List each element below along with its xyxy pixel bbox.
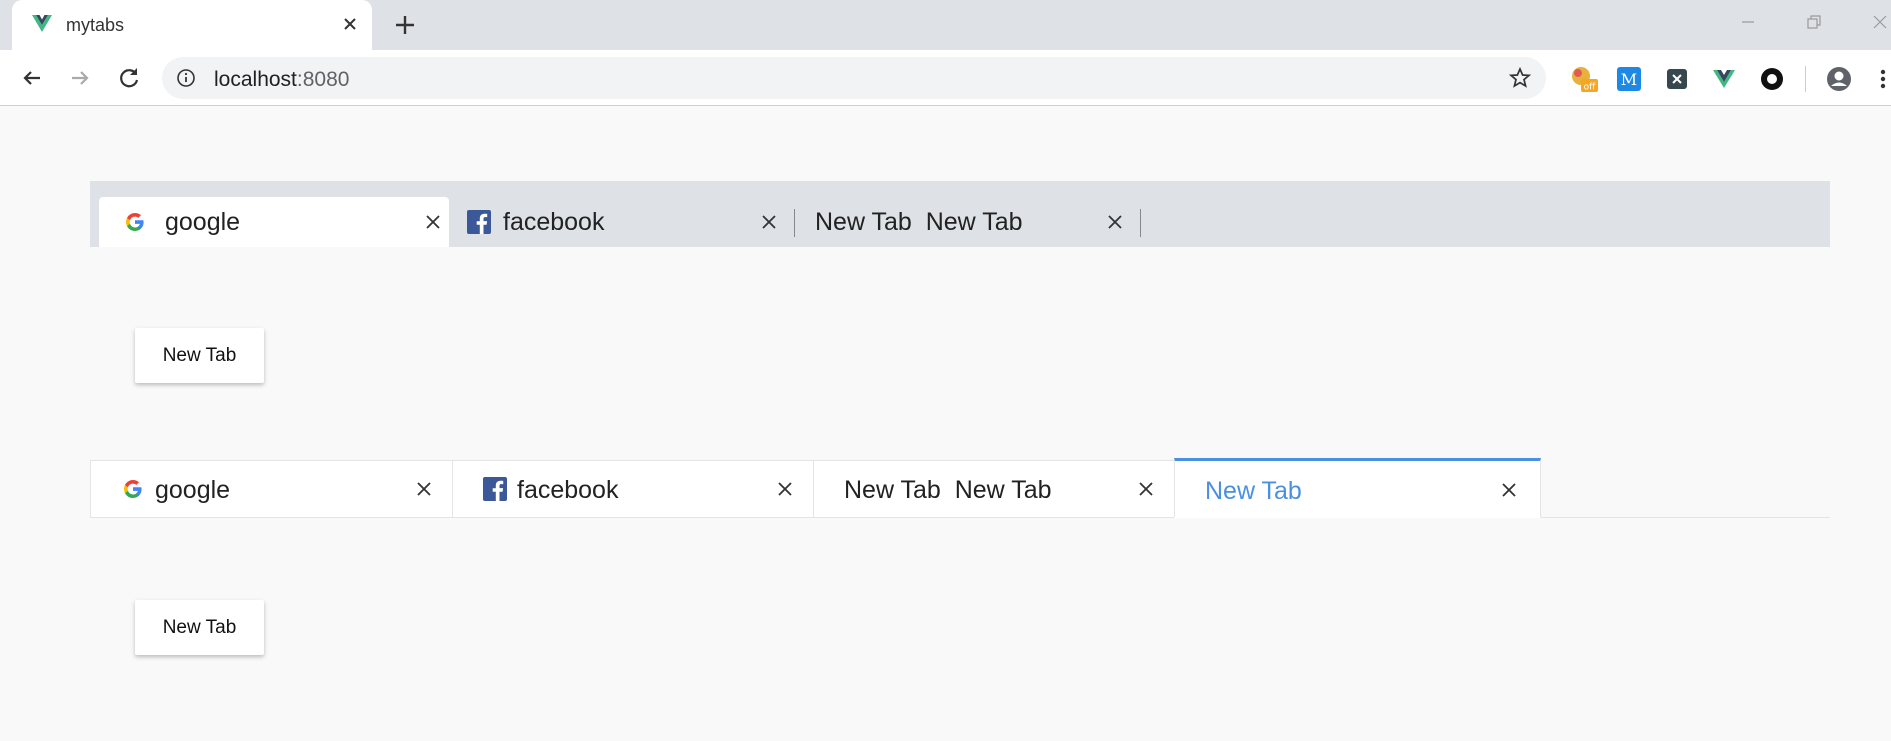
- m-extension-icon[interactable]: M: [1616, 66, 1642, 92]
- tab-divider: [1140, 209, 1141, 237]
- new-tab-button[interactable]: New Tab: [135, 600, 264, 655]
- vue-devtools-icon[interactable]: [1711, 66, 1737, 92]
- vue-icon: [32, 15, 52, 32]
- url-text: localhost:8080: [214, 68, 349, 92]
- info-icon[interactable]: [176, 68, 196, 88]
- tab-label: google: [155, 476, 231, 504]
- close-icon[interactable]: [338, 12, 362, 36]
- plus-icon[interactable]: [392, 12, 418, 38]
- tab-facebook[interactable]: facebook: [449, 197, 795, 247]
- svg-text:M: M: [1621, 70, 1637, 89]
- bordered-style-tabs: google facebook New Tab New Tab New Tab: [90, 458, 1830, 518]
- close-icon[interactable]: [414, 479, 434, 499]
- tab-label: facebook: [503, 208, 605, 236]
- menu-icon[interactable]: [1876, 66, 1890, 92]
- restore-icon[interactable]: [1800, 8, 1828, 36]
- reload-icon[interactable]: [115, 64, 143, 92]
- star-icon[interactable]: [1508, 66, 1532, 90]
- tab-new-tab-new-tab[interactable]: New Tab New Tab: [795, 197, 1141, 247]
- close-icon[interactable]: [775, 479, 795, 499]
- tab-label: New Tab: [1205, 477, 1302, 505]
- tab-label: New Tab New Tab: [815, 208, 1023, 236]
- facebook-icon: [483, 477, 507, 501]
- close-icon[interactable]: [1105, 212, 1125, 232]
- x-extension-icon[interactable]: [1664, 66, 1690, 92]
- honey-off-icon[interactable]: off: [1569, 64, 1599, 94]
- google-icon: [124, 480, 142, 498]
- tab-facebook[interactable]: facebook: [452, 460, 814, 518]
- new-tab-button[interactable]: New Tab: [135, 328, 264, 383]
- browser-toolbar: localhost:8080 off M: [0, 50, 1891, 106]
- tab-google[interactable]: google: [90, 460, 453, 518]
- address-bar[interactable]: localhost:8080: [162, 57, 1546, 99]
- minimize-icon[interactable]: [1734, 8, 1762, 36]
- facebook-icon: [467, 210, 491, 234]
- close-icon[interactable]: [1136, 479, 1156, 499]
- tab-label: google: [165, 208, 241, 236]
- svg-text:off: off: [1584, 83, 1597, 93]
- google-icon: [126, 213, 144, 231]
- toolbar-separator: [1805, 66, 1806, 92]
- tab-google[interactable]: google: [99, 197, 449, 247]
- tab-label: facebook: [517, 476, 619, 504]
- close-icon[interactable]: [759, 212, 779, 232]
- browser-tab-title: mytabs: [66, 15, 125, 35]
- profile-icon[interactable]: [1826, 66, 1852, 92]
- tab-new-tab-active[interactable]: New Tab: [1174, 458, 1541, 518]
- tab-new-tab-new-tab[interactable]: New Tab New Tab: [813, 460, 1175, 518]
- window-close-icon[interactable]: [1866, 8, 1891, 36]
- url-port: :8080: [296, 68, 350, 91]
- back-arrow-icon[interactable]: [18, 64, 46, 92]
- close-icon[interactable]: [423, 212, 443, 232]
- url-host: localhost: [214, 68, 297, 91]
- browser-tabstrip: mytabs: [0, 0, 1891, 51]
- close-icon[interactable]: [1499, 480, 1519, 500]
- circle-extension-icon[interactable]: [1759, 66, 1785, 92]
- chrome-style-tabs: google facebook New Tab New Tab: [90, 181, 1830, 247]
- forward-arrow-icon[interactable]: [66, 64, 94, 92]
- tab-label: New Tab New Tab: [844, 476, 1052, 504]
- browser-tab-mytabs[interactable]: mytabs: [12, 0, 372, 51]
